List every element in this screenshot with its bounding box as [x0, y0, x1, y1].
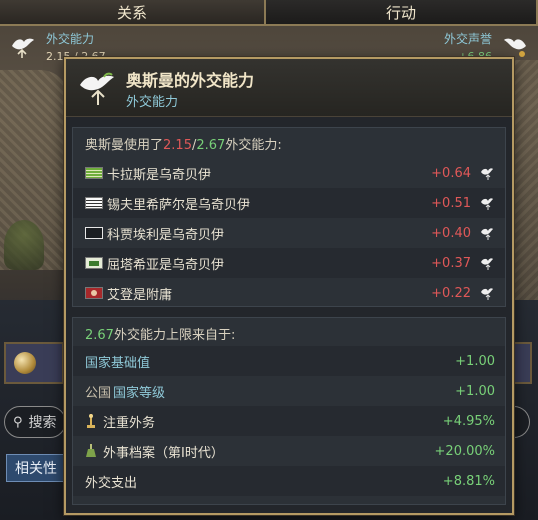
- tooltip-subtitle: 外交能力: [126, 95, 179, 110]
- tab-relations[interactable]: 关系: [0, 0, 264, 26]
- flag-icon: [85, 257, 103, 269]
- limit-panel: 2.67外交能力上限来自于: 国家基础值 +1.00 公国 国家等级 +1.00 …: [72, 317, 506, 505]
- dove-icon: [12, 38, 34, 58]
- usage-max-value: 2.67: [196, 138, 226, 153]
- source-row[interactable]: 外事档案（第Ⅰ时代） +20.00%: [73, 436, 505, 466]
- relation-row[interactable]: 艾登是附庸 +0.22: [73, 278, 505, 308]
- background-plant: [4, 220, 44, 270]
- relation-cost: +0.64: [431, 165, 471, 181]
- source-value: +1.00: [455, 353, 495, 369]
- relation-cost: +0.40: [431, 225, 471, 241]
- source-name-link[interactable]: 国家等级: [113, 382, 165, 401]
- relation-cost: +0.37: [431, 255, 471, 271]
- country-slot[interactable]: [4, 342, 64, 384]
- relation-row[interactable]: 科贾埃利是乌奇贝伊 +0.40: [73, 218, 505, 248]
- dove-icon: [481, 198, 493, 210]
- relation-name: 屈塔希亚是乌奇贝伊: [107, 257, 225, 273]
- diplomatic-capacity-tooltip: 奥斯曼的外交能力 外交能力 奥斯曼使用了2.15/2.67外交能力: 卡拉斯是乌…: [64, 57, 514, 515]
- flag-icon: [85, 227, 103, 239]
- source-row[interactable]: 国家基础值 +1.00: [73, 346, 505, 376]
- search-input[interactable]: ⚲ 搜索: [4, 406, 66, 438]
- relation-name: 艾登是附庸: [107, 287, 173, 303]
- source-value: +1.00: [455, 383, 495, 399]
- gold-orb-icon: [14, 352, 36, 374]
- source-name: 注重外务: [103, 415, 156, 431]
- tooltip-header: 奥斯曼的外交能力 外交能力: [66, 59, 512, 117]
- relation-row[interactable]: 卡拉斯是乌奇贝伊 +0.64: [73, 158, 505, 188]
- source-row[interactable]: 外交支出 +8.81%: [73, 466, 505, 496]
- relation-name: 科贾埃利是乌奇贝伊: [107, 227, 225, 243]
- flask-icon: [86, 444, 96, 457]
- relation-name: 锡夫里希萨尔是乌奇贝伊: [107, 197, 251, 213]
- dove-icon: [481, 258, 493, 270]
- dove-icon: [481, 288, 493, 300]
- usage-panel: 奥斯曼使用了2.15/2.67外交能力: 卡拉斯是乌奇贝伊 +0.64 锡夫里希…: [72, 127, 506, 307]
- source-row[interactable]: 公国 国家等级 +1.00: [73, 376, 505, 406]
- source-value: +4.95%: [442, 413, 495, 429]
- relation-row[interactable]: 锡夫里希萨尔是乌奇贝伊 +0.51: [73, 188, 505, 218]
- top-tabs: 关系 行动: [0, 0, 538, 26]
- source-name[interactable]: 国家基础值: [85, 352, 150, 371]
- usage-used-value: 2.15: [163, 138, 192, 153]
- usage-prefix: 奥斯曼使用了: [85, 138, 164, 153]
- source-name: 外交支出: [85, 475, 138, 491]
- usage-summary: 奥斯曼使用了2.15/2.67外交能力:: [85, 134, 282, 153]
- tooltip-title: 奥斯曼的外交能力: [126, 71, 255, 90]
- search-placeholder: 搜索: [28, 415, 57, 431]
- source-name-prefix: 公国: [85, 385, 112, 401]
- relation-row[interactable]: 屈塔希亚是乌奇贝伊 +0.37: [73, 248, 505, 278]
- flag-icon: [85, 167, 103, 179]
- relation-cost: +0.22: [431, 285, 471, 301]
- flag-icon: [85, 197, 103, 209]
- usage-suffix: 外交能力:: [225, 138, 282, 153]
- relation-cost: +0.51: [431, 195, 471, 211]
- dove-icon: [481, 228, 493, 240]
- source-value: +8.81%: [442, 473, 495, 489]
- relation-name: 卡拉斯是乌奇贝伊: [107, 167, 212, 183]
- search-icon: ⚲: [13, 414, 23, 430]
- country-slot-right[interactable]: [512, 342, 532, 384]
- diplomatic-reputation-label: 外交声誉: [443, 32, 492, 46]
- relevance-sort-button[interactable]: 相关性: [6, 454, 66, 482]
- flag-icon: [85, 287, 103, 299]
- source-name: 外事档案（第Ⅰ时代）: [103, 445, 224, 461]
- source-row: [73, 318, 505, 348]
- dove-icon: [481, 168, 493, 180]
- diplomatic-capacity-label: 外交能力: [46, 32, 95, 46]
- game-screen: 关系 行动 外交能力 2.15 / 2.67 外交声誉 +6.86 ⚲ 搜索 相…: [0, 0, 538, 520]
- source-row[interactable]: 注重外务 +4.95%: [73, 406, 505, 436]
- rank-icon: [87, 414, 95, 428]
- source-value: +20.00%: [434, 443, 495, 459]
- dove-icon: [80, 72, 114, 105]
- dove-icon: [504, 38, 526, 57]
- tab-actions[interactable]: 行动: [264, 0, 538, 26]
